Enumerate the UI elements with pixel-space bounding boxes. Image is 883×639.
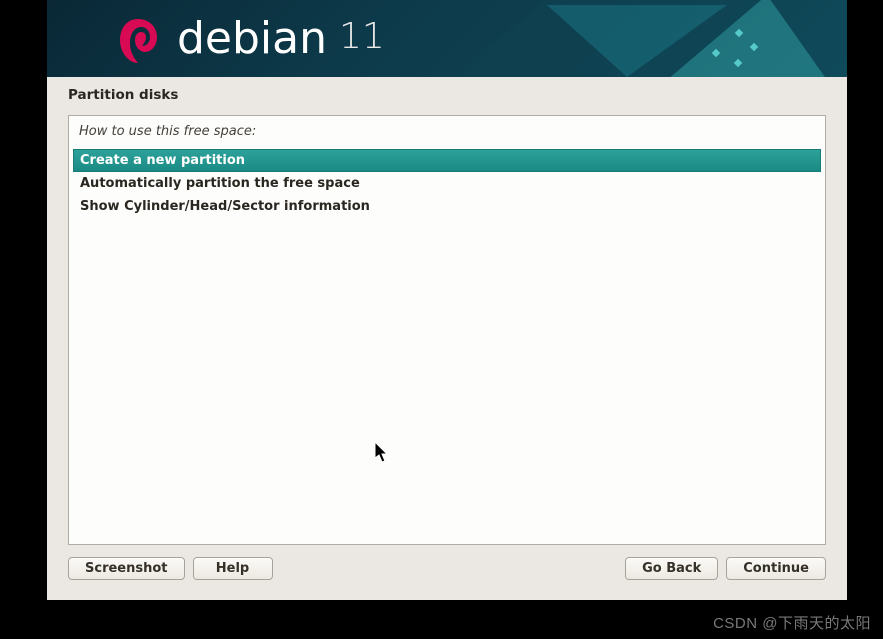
option-create-new-partition[interactable]: Create a new partition [73,149,821,172]
debian-logo: debian 11 [117,10,385,67]
option-show-chs[interactable]: Show Cylinder/Head/Sector information [73,195,821,218]
watermark: CSDN @下雨天的太阳 [713,612,871,633]
brand-name: debian [177,13,327,64]
go-back-button[interactable]: Go Back [625,557,718,580]
installer-window: debian 11 Partition disks How to use thi… [47,0,847,600]
screenshot-button[interactable]: Screenshot [68,557,185,580]
help-button[interactable]: Help [193,557,273,580]
content-panel: How to use this free space: Create a new… [68,115,826,545]
button-bar: Screenshot Help Go Back Continue [47,555,847,594]
page-title: Partition disks [47,77,847,109]
debian-swirl-icon [117,15,159,67]
banner-triangle [667,0,827,77]
option-auto-partition[interactable]: Automatically partition the free space [73,172,821,195]
prompt-label: How to use this free space: [69,124,825,145]
header-banner: debian 11 [47,0,847,77]
continue-button[interactable]: Continue [726,557,826,580]
spacer [281,557,618,580]
brand-version: 11 [339,16,385,57]
option-list: Create a new partition Automatically par… [73,149,821,218]
